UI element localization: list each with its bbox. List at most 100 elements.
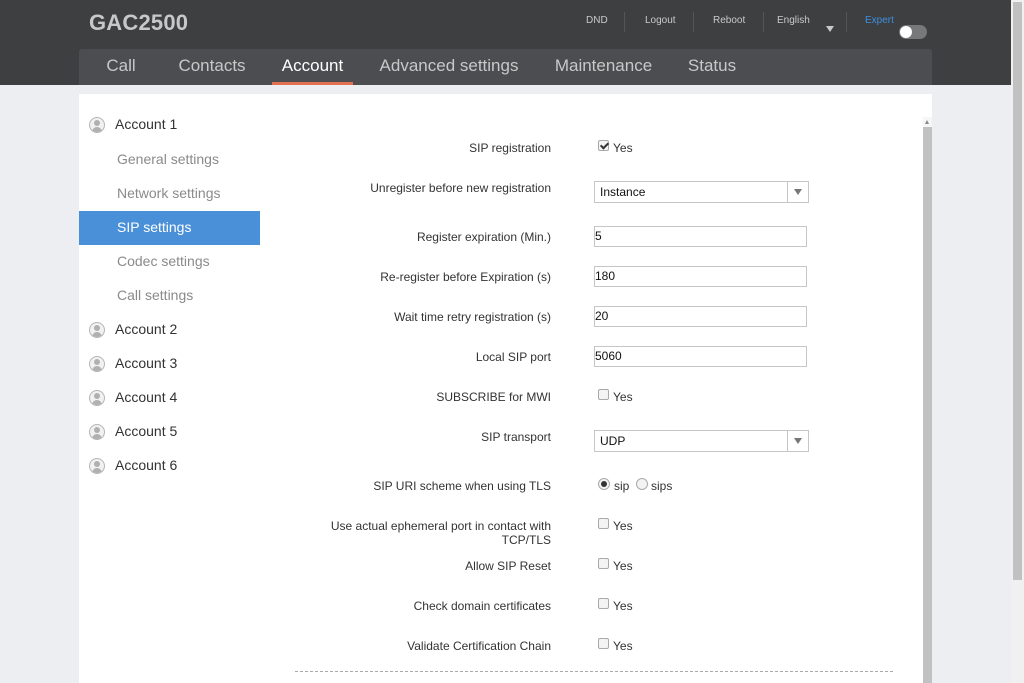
validate-cert-chain-label: Validate Certification Chain [407, 639, 551, 653]
active-tab-indicator [272, 82, 353, 85]
allow-sip-reset-label: Allow SIP Reset [465, 559, 551, 573]
scrollbar-thumb[interactable] [923, 127, 932, 683]
sip-transport-select[interactable]: UDP [594, 430, 809, 452]
unregister-select-value: Instance [600, 185, 646, 199]
local-sip-port-label: Local SIP port [475, 350, 551, 364]
register-expiration-label: Register expiration (Min.) [416, 230, 551, 244]
sip-uri-radio-sips-label: sips [651, 479, 673, 493]
top-links: DND Logout Reboot English Expert [0, 10, 1024, 39]
sip-registration-checkbox[interactable] [598, 140, 609, 151]
tab-contacts[interactable]: Contacts [177, 49, 247, 85]
user-icon [89, 356, 105, 372]
wait-time-retry-label: Wait time retry registration (s) [394, 310, 551, 324]
sidebar-item-account-6[interactable]: Account 6 [79, 450, 260, 484]
local-sip-port-value: 5060 [595, 349, 622, 363]
sidebar-item-label: Call settings [117, 287, 194, 303]
sidebar-item-call-settings[interactable]: Call settings [79, 279, 260, 313]
check-domain-certs-yes: Yes [613, 599, 633, 613]
sidebar-item-label: Account 6 [115, 457, 178, 473]
chevron-down-icon [787, 182, 808, 202]
sidebar-item-account-4[interactable]: Account 4 [79, 382, 260, 416]
sidebar-item-label: General settings [117, 151, 219, 167]
sidebar-item-label: Account 4 [115, 389, 178, 405]
sidebar-item-general-settings[interactable]: General settings [79, 143, 260, 177]
sidebar-item-label: Codec settings [117, 253, 210, 269]
top-separator [693, 12, 694, 32]
top-separator [624, 12, 625, 32]
register-expiration-value: 5 [595, 229, 602, 243]
reboot-link[interactable]: Reboot [713, 10, 745, 34]
sidebar-item-label: Network settings [117, 185, 221, 201]
sip-registration-yes: Yes [613, 141, 633, 155]
ephemeral-port-yes: Yes [613, 519, 633, 533]
ephemeral-port-checkbox[interactable] [598, 518, 609, 529]
language-select[interactable]: English [777, 10, 810, 34]
top-separator [846, 12, 847, 32]
logout-link[interactable]: Logout [645, 10, 676, 34]
sip-uri-radio-sips[interactable] [636, 478, 648, 490]
main-nav: Call Contacts Account Advanced settings … [79, 49, 932, 85]
reregister-input[interactable]: 180 [594, 266, 807, 287]
tab-advanced-settings[interactable]: Advanced settings [377, 49, 521, 85]
allow-sip-reset-checkbox[interactable] [598, 558, 609, 569]
subscribe-mwi-label: SUBSCRIBE for MWI [436, 390, 551, 404]
wait-time-retry-input[interactable]: 20 [594, 306, 807, 327]
tab-account[interactable]: Account [272, 49, 353, 85]
expert-label: Expert [865, 15, 894, 26]
reregister-value: 180 [595, 269, 616, 283]
validate-cert-chain-yes: Yes [613, 639, 633, 653]
page-scrollbar-thumb[interactable] [1013, 2, 1022, 580]
sidebar-item-account-3[interactable]: Account 3 [79, 348, 260, 382]
sidebar-item-label: Account 2 [115, 321, 178, 337]
subscribe-mwi-checkbox[interactable] [598, 389, 609, 400]
sip-transport-label: SIP transport [481, 430, 551, 444]
sidebar-item-account-2[interactable]: Account 2 [79, 314, 260, 348]
tab-status[interactable]: Status [685, 49, 739, 85]
page-scrollbar[interactable] [1011, 0, 1024, 683]
check-domain-certs-label: Check domain certificates [413, 599, 551, 613]
user-icon [89, 117, 105, 133]
scroll-up-arrow-icon[interactable] [925, 120, 929, 124]
unregister-label: Unregister before new registration [370, 181, 551, 195]
reregister-label: Re-register before Expiration (s) [380, 270, 551, 284]
ephemeral-port-label-line2: TCP/TLS [501, 533, 551, 547]
sip-transport-select-value: UDP [600, 434, 626, 448]
section-divider [295, 671, 893, 672]
user-icon [89, 322, 105, 338]
check-domain-certs-checkbox[interactable] [598, 598, 609, 609]
sip-registration-label: SIP registration [469, 141, 551, 155]
register-expiration-input[interactable]: 5 [594, 226, 807, 247]
user-icon [89, 424, 105, 440]
sidebar-item-label: SIP settings [117, 219, 192, 235]
sip-uri-scheme-label: SIP URI scheme when using TLS [373, 479, 551, 493]
top-separator [763, 12, 764, 32]
allow-sip-reset-yes: Yes [613, 559, 633, 573]
content-scrollbar[interactable] [923, 117, 932, 683]
sidebar-item-account-1[interactable]: Account 1 [79, 109, 260, 143]
sidebar-item-network-settings[interactable]: Network settings [79, 177, 260, 211]
sidebar-item-codec-settings[interactable]: Codec settings [79, 245, 260, 279]
chevron-down-icon [787, 431, 808, 451]
sip-uri-radio-sip-label: sip [614, 479, 630, 493]
validate-cert-chain-checkbox[interactable] [598, 638, 609, 649]
ephemeral-port-label-line1: Use actual ephemeral port in contact wit… [330, 519, 551, 533]
expert-toggle[interactable] [899, 25, 927, 39]
sidebar-item-label: Account 5 [115, 423, 178, 439]
user-icon [89, 458, 105, 474]
sidebar-item-account-5[interactable]: Account 5 [79, 416, 260, 450]
chevron-down-icon[interactable] [826, 26, 834, 32]
toggle-knob [900, 26, 912, 38]
wait-time-retry-value: 20 [595, 309, 609, 323]
sidebar-item-sip-settings[interactable]: SIP settings [79, 211, 260, 245]
tab-call[interactable]: Call [100, 49, 142, 85]
tab-account-label: Account [281, 56, 344, 75]
user-icon [89, 390, 105, 406]
local-sip-port-input[interactable]: 5060 [594, 346, 807, 367]
unregister-select[interactable]: Instance [594, 181, 809, 203]
sidebar: Account 1 General settings Network setti… [79, 94, 260, 683]
tab-maintenance[interactable]: Maintenance [553, 49, 654, 85]
sidebar-item-label: Account 3 [115, 355, 178, 371]
sip-uri-radio-sip[interactable] [598, 478, 610, 490]
dnd-link[interactable]: DND [586, 10, 608, 34]
sidebar-item-label: Account 1 [115, 116, 178, 132]
